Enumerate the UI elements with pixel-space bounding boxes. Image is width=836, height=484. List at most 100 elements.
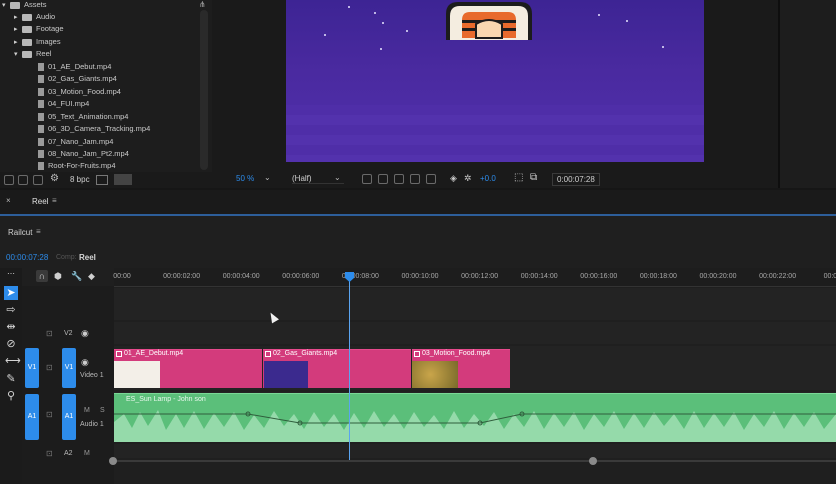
- channel-icon[interactable]: [426, 174, 436, 184]
- grid-guides-icon[interactable]: [410, 174, 420, 184]
- tree-row-footage[interactable]: ▸ Footage: [14, 24, 64, 36]
- lock-icon[interactable]: ⊡: [46, 449, 53, 458]
- zoom-level[interactable]: 50 %: [236, 174, 254, 183]
- mute-button[interactable]: M: [84, 450, 90, 457]
- audio-clip[interactable]: ES_Sun Lamp - John son: [114, 393, 836, 442]
- file-row[interactable]: 02_Gas_Giants.mp4: [38, 74, 117, 86]
- project-scrollbar[interactable]: [200, 10, 208, 170]
- file-label: Root-For-Fruits.mp4: [48, 161, 116, 170]
- ruler-tick-label: 00:00:22:00: [759, 273, 797, 280]
- mute-button[interactable]: M: [84, 407, 90, 414]
- slip-tool-icon[interactable]: ⟷: [5, 355, 21, 367]
- timeline-scrollbar[interactable]: [114, 460, 836, 462]
- eye-icon[interactable]: ◉: [81, 357, 89, 368]
- character-illustration: [446, 2, 532, 40]
- file-row[interactable]: 08_Nano_Jam_Pt2.mp4: [38, 149, 129, 161]
- panel-menu-icon[interactable]: ≡: [36, 227, 41, 236]
- hierarchy-icon[interactable]: ⋔: [199, 1, 209, 9]
- region-of-interest-icon[interactable]: [362, 174, 372, 184]
- scroll-handle-right[interactable]: [589, 457, 597, 465]
- scroll-handle-left[interactable]: [109, 457, 117, 465]
- tree-row-audio[interactable]: ▸ Audio: [14, 12, 55, 24]
- current-time-display[interactable]: 00:00:07:28: [6, 253, 48, 262]
- tab-menu-icon[interactable]: ≡: [52, 196, 57, 205]
- eye-icon[interactable]: ◉: [81, 328, 89, 339]
- source-patch-a1[interactable]: A1: [25, 394, 39, 440]
- fx-badge-icon: [414, 351, 420, 357]
- viewer-timecode[interactable]: 0:00:07:28: [552, 173, 600, 186]
- clip-thumbnail: [264, 361, 308, 388]
- transparency-grid-icon[interactable]: [378, 174, 388, 184]
- video-clip[interactable]: 02_Gas_Giants.mp4: [263, 349, 411, 388]
- zoom-dropdown-icon[interactable]: ⌄: [264, 173, 271, 182]
- audio-waveform: [114, 410, 836, 442]
- new-folder-icon[interactable]: [18, 175, 28, 185]
- file-icon: [38, 138, 44, 147]
- marker-icon[interactable]: ◆: [88, 271, 95, 282]
- show-snapshot-icon[interactable]: ⧉: [530, 172, 537, 183]
- ruler-tick-label: 00:00:02:00: [163, 273, 201, 280]
- mask-visibility-icon[interactable]: [394, 174, 404, 184]
- bpc-swatch[interactable]: [114, 174, 132, 185]
- video-clip[interactable]: 03_Motion_Food.mp4: [412, 349, 510, 388]
- exposure-value[interactable]: +0.0: [480, 174, 496, 183]
- file-row[interactable]: 03_Motion_Food.mp4: [38, 87, 121, 99]
- settings-icon[interactable]: ⚙: [50, 173, 59, 184]
- lock-icon[interactable]: ⊡: [46, 410, 53, 419]
- source-patch-v1[interactable]: V1: [25, 348, 39, 388]
- clip-label: 02_Gas_Giants.mp4: [273, 350, 338, 357]
- chevron-right-icon[interactable]: ▸: [14, 38, 22, 46]
- track-target-a1[interactable]: A1: [62, 394, 76, 440]
- interpret-footage-icon[interactable]: [4, 175, 14, 185]
- composition-frame[interactable]: [286, 0, 704, 162]
- video-clip[interactable]: 01_AE_Debut.mp4: [114, 349, 262, 388]
- snapshot-camera-icon[interactable]: ⬚: [514, 172, 523, 183]
- file-row[interactable]: 06_3D_Camera_Tracking.mp4: [38, 124, 150, 136]
- tree-row-reel[interactable]: ▾ Reel: [14, 49, 51, 61]
- file-row[interactable]: 04_FUI.mp4: [38, 99, 89, 111]
- lock-icon[interactable]: ⊡: [46, 363, 53, 372]
- wrench-icon[interactable]: 🔧: [71, 271, 82, 282]
- tree-row-images[interactable]: ▸ Images: [14, 37, 61, 49]
- folder-icon: [22, 25, 32, 33]
- ruler-tick-label: 00:00:10:00: [401, 273, 439, 280]
- exposure-reset-icon[interactable]: ✲: [464, 173, 472, 184]
- star: [380, 48, 382, 50]
- selection-tool-icon[interactable]: ➤: [4, 286, 18, 300]
- track-select-icon[interactable]: ⇨: [5, 304, 17, 316]
- lock-icon[interactable]: ⊡: [46, 329, 53, 338]
- playhead-line[interactable]: [349, 276, 350, 462]
- file-icon: [38, 150, 44, 159]
- chevron-down-icon[interactable]: ▾: [2, 1, 10, 9]
- tool-strip: ⋯ ➤ ⇨ ⇹ ⊘ ⟷ ✎ ⚲: [0, 268, 22, 484]
- close-icon[interactable]: ×: [6, 196, 11, 205]
- pen-tool-icon[interactable]: ✎: [5, 373, 17, 385]
- chevron-right-icon[interactable]: ▸: [14, 13, 22, 21]
- file-icon: [38, 113, 44, 122]
- snap-icon[interactable]: ∩: [36, 270, 48, 282]
- trash-icon[interactable]: [96, 175, 108, 185]
- bpc-label[interactable]: 8 bpc: [70, 175, 90, 184]
- resolution-dropdown-icon[interactable]: ⌄: [334, 173, 341, 182]
- file-icon: [38, 125, 44, 134]
- tree-row-assets[interactable]: ▾ Assets: [2, 0, 47, 12]
- tab-reel[interactable]: Reel: [32, 197, 48, 206]
- solo-button[interactable]: S: [100, 407, 105, 414]
- zoom-tool-icon[interactable]: ⚲: [5, 390, 17, 402]
- linked-selection-icon[interactable]: ⬢: [54, 271, 62, 282]
- file-row[interactable]: 05_Text_Animation.mp4: [38, 112, 128, 124]
- tools-grip-icon[interactable]: ⋯: [5, 268, 17, 280]
- file-label: 08_Nano_Jam_Pt2.mp4: [48, 149, 129, 158]
- star: [626, 20, 628, 22]
- file-label: 05_Text_Animation.mp4: [48, 112, 129, 121]
- chevron-down-icon[interactable]: ▾: [14, 50, 22, 58]
- file-row[interactable]: 01_AE_Debut.mp4: [38, 62, 111, 74]
- chevron-right-icon[interactable]: ▸: [14, 25, 22, 33]
- file-row[interactable]: 07_Nano_Jam.mp4: [38, 137, 113, 149]
- razor-tool-icon[interactable]: ⊘: [5, 338, 17, 350]
- ripple-edit-icon[interactable]: ⇹: [5, 321, 17, 333]
- color-manage-icon[interactable]: ◈: [450, 173, 457, 184]
- track-target-v1[interactable]: V1: [62, 348, 76, 388]
- new-comp-icon[interactable]: [33, 175, 43, 185]
- folder-label: Reel: [36, 49, 52, 58]
